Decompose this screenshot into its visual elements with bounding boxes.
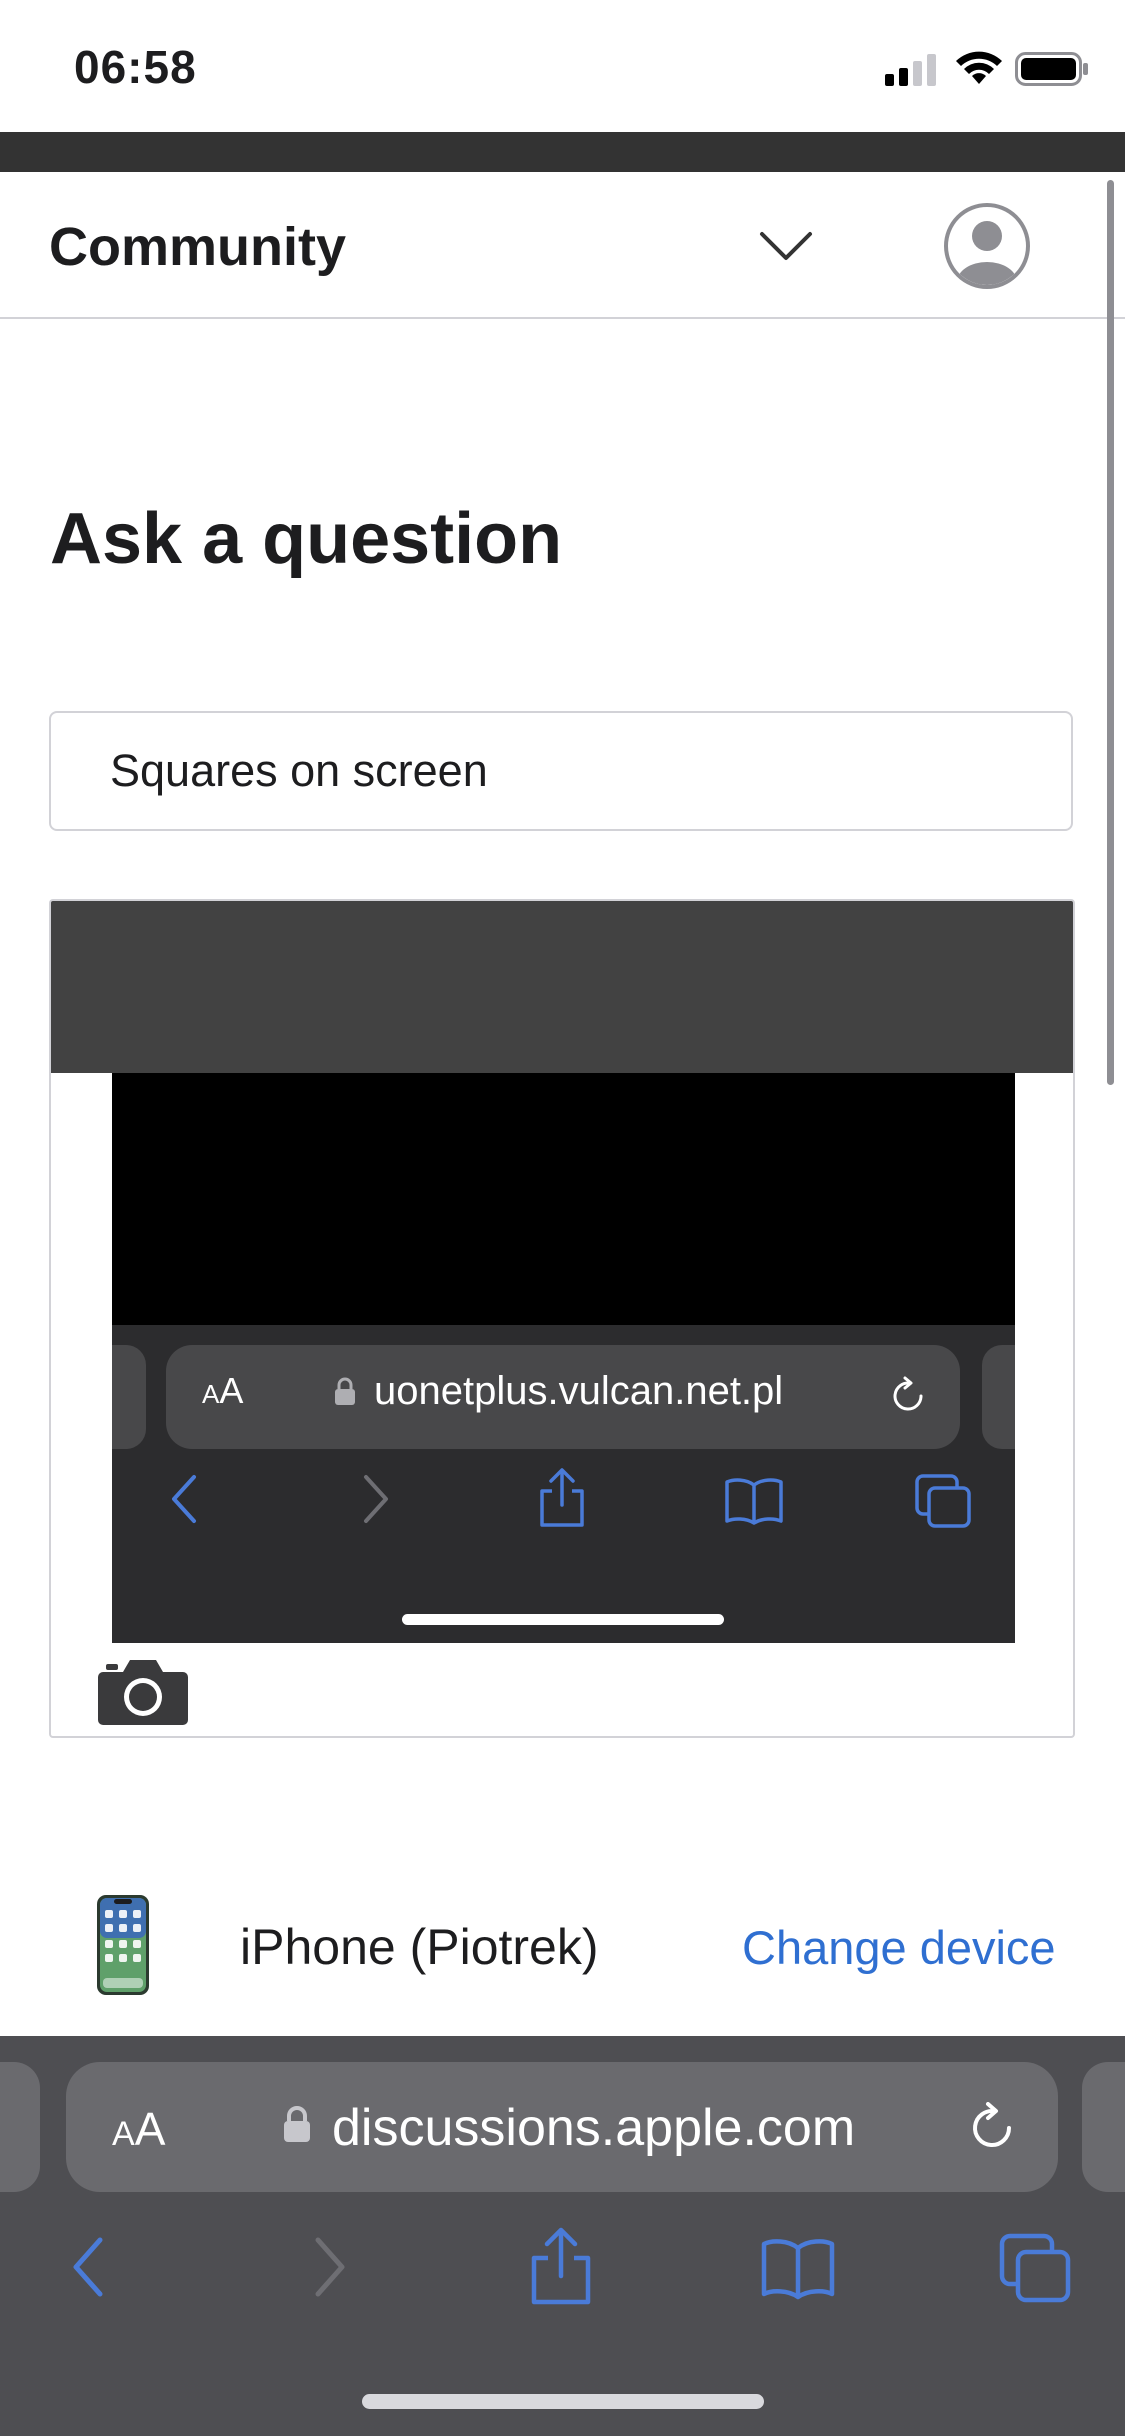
tabs-icon [915, 1474, 971, 1528]
bookmarks-icon [725, 1478, 783, 1525]
share-icon[interactable] [528, 2226, 594, 2306]
attached-screenshot: AA uonetplus.vulcan.net.pl [112, 1073, 1015, 1643]
home-indicator[interactable] [362, 2394, 764, 2409]
text-size-button[interactable]: AA [112, 2102, 165, 2156]
reload-icon[interactable] [966, 2102, 1018, 2154]
bookmarks-icon[interactable] [760, 2238, 836, 2300]
back-icon[interactable] [68, 2234, 108, 2300]
status-time: 06:58 [74, 41, 197, 93]
forward-icon [364, 1475, 388, 1523]
community-title[interactable]: Community [49, 216, 346, 278]
battery-icon [1015, 52, 1088, 86]
scroll-indicator[interactable] [1107, 180, 1114, 1085]
wifi-icon [956, 51, 1002, 84]
reload-icon [893, 1376, 923, 1411]
forward-icon[interactable] [310, 2234, 350, 2300]
camera-icon[interactable] [97, 1656, 189, 1726]
status-bar: 06:58 [0, 0, 1125, 132]
screenshot-adjacent-tab [112, 1345, 146, 1449]
device-name: iPhone (Piotrek) [240, 1919, 599, 1975]
question-body-editor[interactable]: AA uonetplus.vulcan.net.pl [49, 899, 1075, 1738]
tabs-icon[interactable] [998, 2232, 1072, 2304]
browser-top-strip [0, 132, 1125, 172]
safari-bottom-bar: AA discussions.apple.com [0, 2036, 1125, 2436]
lock-icon [335, 1377, 355, 1405]
share-icon [540, 1468, 584, 1527]
address-bar-url[interactable]: discussions.apple.com [332, 2098, 855, 2158]
adjacent-tab-right[interactable] [1082, 2062, 1125, 2192]
account-avatar-icon[interactable] [943, 202, 1031, 290]
adjacent-tab-left[interactable] [0, 2062, 40, 2192]
back-icon [172, 1475, 196, 1523]
change-device-link[interactable]: Change device [742, 1920, 1056, 1975]
screenshot-text-size-button: AA [202, 1370, 244, 1411]
page-title: Ask a question [50, 499, 563, 579]
screenshot-home-indicator [402, 1614, 724, 1625]
chevron-down-icon[interactable] [758, 228, 814, 264]
lock-icon [284, 2106, 310, 2142]
screenshot-adjacent-tab [982, 1345, 1015, 1449]
community-header: Community [0, 172, 1125, 319]
status-icons [885, 48, 1088, 88]
editor-image-top [51, 901, 1073, 1073]
cellular-signal-icon [885, 54, 936, 86]
screenshot-url: uonetplus.vulcan.net.pl [374, 1369, 784, 1413]
iphone-device-icon [97, 1895, 149, 1995]
question-subject-input[interactable]: Squares on screen [49, 711, 1073, 831]
device-row: iPhone (Piotrek) Change device [0, 1870, 1125, 2030]
